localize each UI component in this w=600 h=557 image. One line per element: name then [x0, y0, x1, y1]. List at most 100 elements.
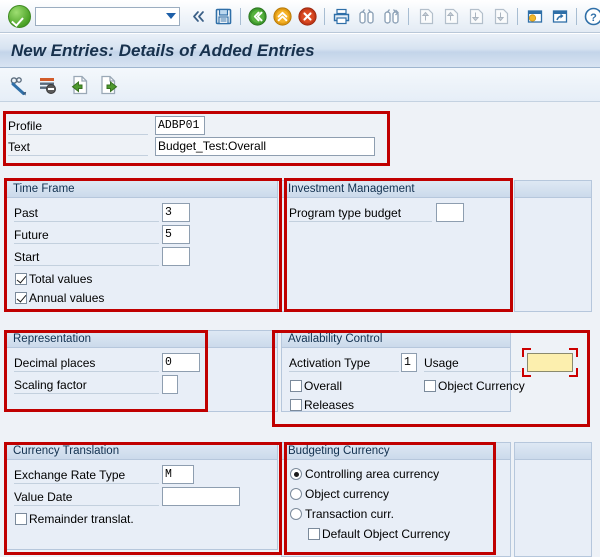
future-label: Future [14, 228, 159, 244]
time-frame-header: Time Frame [7, 181, 277, 198]
profile-input[interactable]: ADBP01 [155, 116, 205, 135]
controlling-area-currency-radio[interactable] [290, 468, 302, 480]
object-currency-radio[interactable] [290, 488, 302, 500]
program-type-budget-input[interactable] [436, 203, 464, 222]
text-label: Text [8, 140, 148, 156]
overall-row[interactable]: Overall [290, 379, 342, 393]
overall-checkbox[interactable] [290, 380, 302, 392]
availability-control-panel: Availability Control Activation Type 1 U… [281, 330, 578, 412]
last-page-icon[interactable] [489, 5, 512, 28]
command-input[interactable] [40, 10, 164, 22]
right-spacer-header [515, 181, 591, 198]
next-page-icon[interactable] [464, 5, 487, 28]
remainder-translat-row[interactable]: Remainder translat. [15, 512, 134, 526]
remainder-translat-label: Remainder translat. [29, 512, 134, 526]
object-currency-checkbox[interactable] [424, 380, 436, 392]
save-icon[interactable] [212, 5, 235, 28]
right-spacer-panel [514, 180, 592, 312]
budgeting-currency-panel: Budgeting Currency Controlling area curr… [281, 442, 511, 557]
back-icon[interactable] [246, 5, 269, 28]
object-currency-option-label: Object currency [305, 487, 390, 501]
object-currency-row[interactable]: Object Currency [424, 379, 525, 393]
command-field[interactable] [35, 6, 180, 26]
sap-gui-window: ? New Entries: Details of Added Entries [0, 0, 600, 557]
value-date-label: Value Date [14, 490, 159, 506]
investment-management-header: Investment Management [282, 181, 510, 198]
budgeting-currency-title: Budgeting Currency [288, 445, 390, 457]
decimal-places-input[interactable]: 0 [162, 353, 200, 372]
activation-type-label: Activation Type [289, 356, 399, 372]
start-label: Start [14, 250, 159, 266]
radio-transaction-curr[interactable]: Transaction curr. [290, 507, 394, 521]
find-icon[interactable] [355, 5, 378, 28]
releases-row[interactable]: Releases [290, 398, 354, 412]
usage-label: Usage [424, 356, 521, 372]
overall-label: Overall [304, 379, 343, 393]
past-input[interactable]: 3 [162, 203, 190, 222]
total-values-label: Total values [29, 272, 93, 286]
releases-label: Releases [304, 398, 355, 412]
default-object-currency-label: Default Object Currency [322, 527, 451, 541]
page-title: New Entries: Details of Added Entries [11, 41, 315, 60]
annual-values-row[interactable]: Annual values [15, 291, 104, 305]
enter-ok-icon[interactable] [8, 4, 31, 28]
annual-values-checkbox[interactable] [15, 292, 27, 304]
system-toolbar: ? [0, 0, 600, 33]
budgeting-currency-header: Budgeting Currency [282, 443, 510, 460]
print-icon[interactable] [330, 5, 353, 28]
default-object-currency-checkbox[interactable] [308, 528, 320, 540]
value-date-input[interactable] [162, 487, 240, 506]
profile-label: Profile [8, 119, 148, 135]
releases-checkbox[interactable] [290, 399, 302, 411]
currency-translation-header: Currency Translation [7, 443, 277, 460]
help-icon[interactable]: ? [582, 5, 600, 28]
text-input[interactable]: Budget_Test:Overall [155, 137, 375, 156]
shortcut-icon[interactable] [548, 5, 571, 28]
delete-entry-icon[interactable] [36, 72, 62, 98]
future-input[interactable]: 5 [162, 225, 190, 244]
transaction-curr-radio[interactable] [290, 508, 302, 520]
dropdown-arrow-icon[interactable] [164, 8, 177, 25]
first-page-icon[interactable] [414, 5, 437, 28]
representation-panel: Representation Decimal places 0 Scaling … [6, 330, 278, 412]
currency-translation-panel: Currency Translation Exchange Rate Type … [6, 442, 278, 550]
usage-input[interactable] [527, 353, 573, 372]
currency-translation-title: Currency Translation [13, 445, 120, 457]
bottom-right-spacer-header [515, 443, 591, 460]
time-frame-panel: Time Frame Past 3 Future 5 Start Total v… [6, 180, 278, 312]
scaling-factor-label: Scaling factor [14, 378, 159, 394]
window-title-bar: New Entries: Details of Added Entries [0, 33, 600, 68]
find-next-icon[interactable] [380, 5, 403, 28]
remainder-translat-checkbox[interactable] [15, 513, 27, 525]
controlling-area-currency-label: Controlling area currency [305, 467, 440, 481]
availability-control-title: Availability Control [288, 333, 383, 345]
back-double-icon[interactable] [187, 5, 210, 28]
previous-page-icon[interactable] [439, 5, 462, 28]
bottom-right-spacer-panel [514, 442, 592, 557]
previous-entry-icon[interactable] [66, 72, 92, 98]
total-values-checkbox[interactable] [15, 273, 27, 285]
next-entry-icon[interactable] [96, 72, 122, 98]
default-object-currency-row[interactable]: Default Object Currency [308, 527, 450, 541]
investment-management-panel: Investment Management Program type budge… [281, 180, 511, 312]
scaling-factor-input[interactable] [162, 375, 178, 394]
representation-title: Representation [13, 333, 91, 345]
availability-control-header: Availability Control [282, 331, 510, 348]
display-change-icon[interactable] [6, 72, 32, 98]
radio-controlling-area-currency[interactable]: Controlling area currency [290, 467, 439, 481]
program-type-budget-label: Program type budget [289, 206, 432, 222]
exit-up-icon[interactable] [271, 5, 294, 28]
radio-object-currency[interactable]: Object currency [290, 487, 389, 501]
transaction-curr-label: Transaction curr. [305, 507, 394, 521]
create-session-icon[interactable] [523, 5, 546, 28]
exchange-rate-type-input[interactable]: M [162, 465, 194, 484]
total-values-row[interactable]: Total values [15, 272, 92, 286]
cancel-icon[interactable] [296, 5, 319, 28]
svg-text:?: ? [590, 12, 597, 24]
investment-management-title: Investment Management [288, 183, 415, 195]
decimal-places-label: Decimal places [14, 356, 159, 372]
start-input[interactable] [162, 247, 190, 266]
representation-header: Representation [7, 331, 277, 348]
application-toolbar [0, 68, 600, 102]
activation-type-input[interactable]: 1 [401, 353, 417, 372]
